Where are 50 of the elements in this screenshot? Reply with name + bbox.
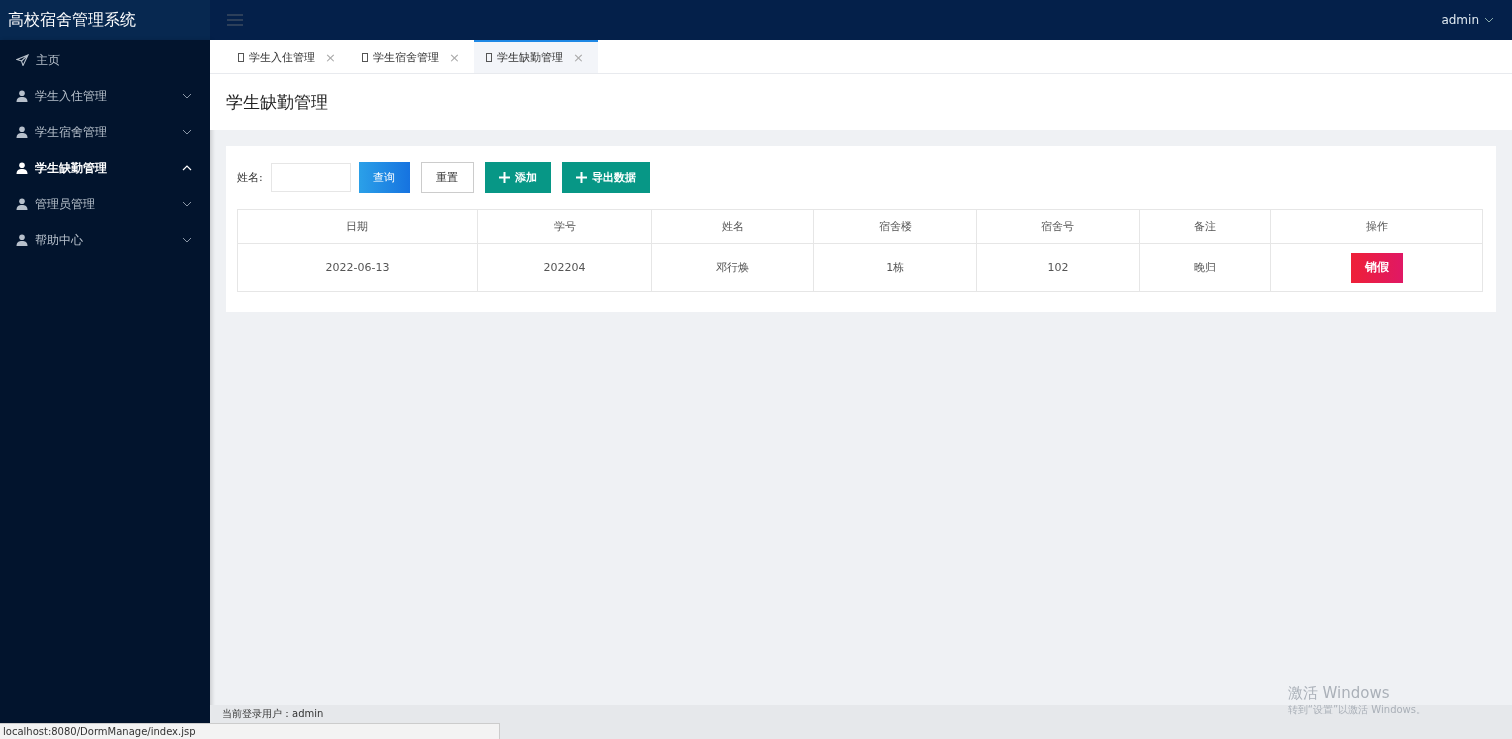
table-cell: 邓行焕 [651, 243, 814, 292]
column-header: 宿舍楼 [813, 209, 977, 244]
table-cell: 202204 [477, 243, 652, 292]
send-icon [16, 54, 29, 66]
chevron-down-icon [182, 129, 192, 135]
user-icon [16, 234, 28, 246]
plus-icon [498, 172, 510, 183]
column-header: 学号 [477, 209, 652, 244]
sidebar-item[interactable]: 学生入住管理 [0, 78, 210, 114]
sidebar-item[interactable]: 主页 [0, 42, 210, 78]
sidebar-item[interactable]: 帮助中心 [0, 222, 210, 258]
user-icon [16, 162, 28, 174]
chevron-up-icon [182, 165, 192, 171]
sidebar-item[interactable]: 学生缺勤管理 [0, 150, 210, 186]
tab[interactable]: 学生缺勤管理 × [474, 40, 598, 73]
plus-icon [575, 172, 587, 183]
column-header: 姓名 [651, 209, 814, 244]
column-header: 日期 [237, 209, 478, 244]
field-label: 姓名: [237, 170, 263, 185]
menu-icon[interactable] [227, 14, 243, 26]
reset-button[interactable]: 重置 [420, 162, 474, 193]
add-button[interactable]: 导出数据 [561, 162, 650, 193]
tab[interactable]: 学生入住管理 × [226, 40, 350, 73]
table-cell: 2022-06-13 [237, 243, 478, 292]
add-button[interactable]: 添加 [484, 162, 551, 193]
app-title: 高校宿舍管理系统 [0, 0, 210, 40]
chevron-down-icon [182, 93, 192, 99]
table-cell: 晚归 [1139, 243, 1271, 292]
page-title: 学生缺勤管理 [226, 90, 328, 114]
table-cell: 102 [976, 243, 1139, 292]
tab[interactable]: 学生宿舍管理 × [350, 40, 474, 73]
user-icon [16, 198, 28, 210]
sidebar-item[interactable]: 学生宿舍管理 [0, 114, 210, 150]
chevron-down-icon [182, 201, 192, 207]
name-input-field[interactable] [270, 163, 351, 192]
sidebar-item[interactable]: 管理员管理 [0, 186, 210, 222]
search-button[interactable]: 查询 [358, 162, 410, 193]
activation-title: 激活 Windows [1287, 684, 1391, 703]
column-header: 操作 [1270, 209, 1483, 244]
column-header: 宿舍号 [976, 209, 1139, 244]
user-icon [16, 90, 28, 102]
user-menu[interactable]: admin [1441, 13, 1494, 27]
table-cell: 1栋 [813, 243, 977, 292]
browser-status-url: localhost:8080/DormManage/index.jsp [0, 723, 500, 739]
chevron-down-icon [182, 237, 192, 243]
chevron-down-icon [1484, 17, 1494, 23]
user-icon [16, 126, 28, 138]
column-header: 备注 [1139, 209, 1271, 244]
footer-text: 当前登录用户：admin [222, 707, 324, 721]
cancel-leave-button[interactable]: 销假 [1350, 252, 1403, 283]
